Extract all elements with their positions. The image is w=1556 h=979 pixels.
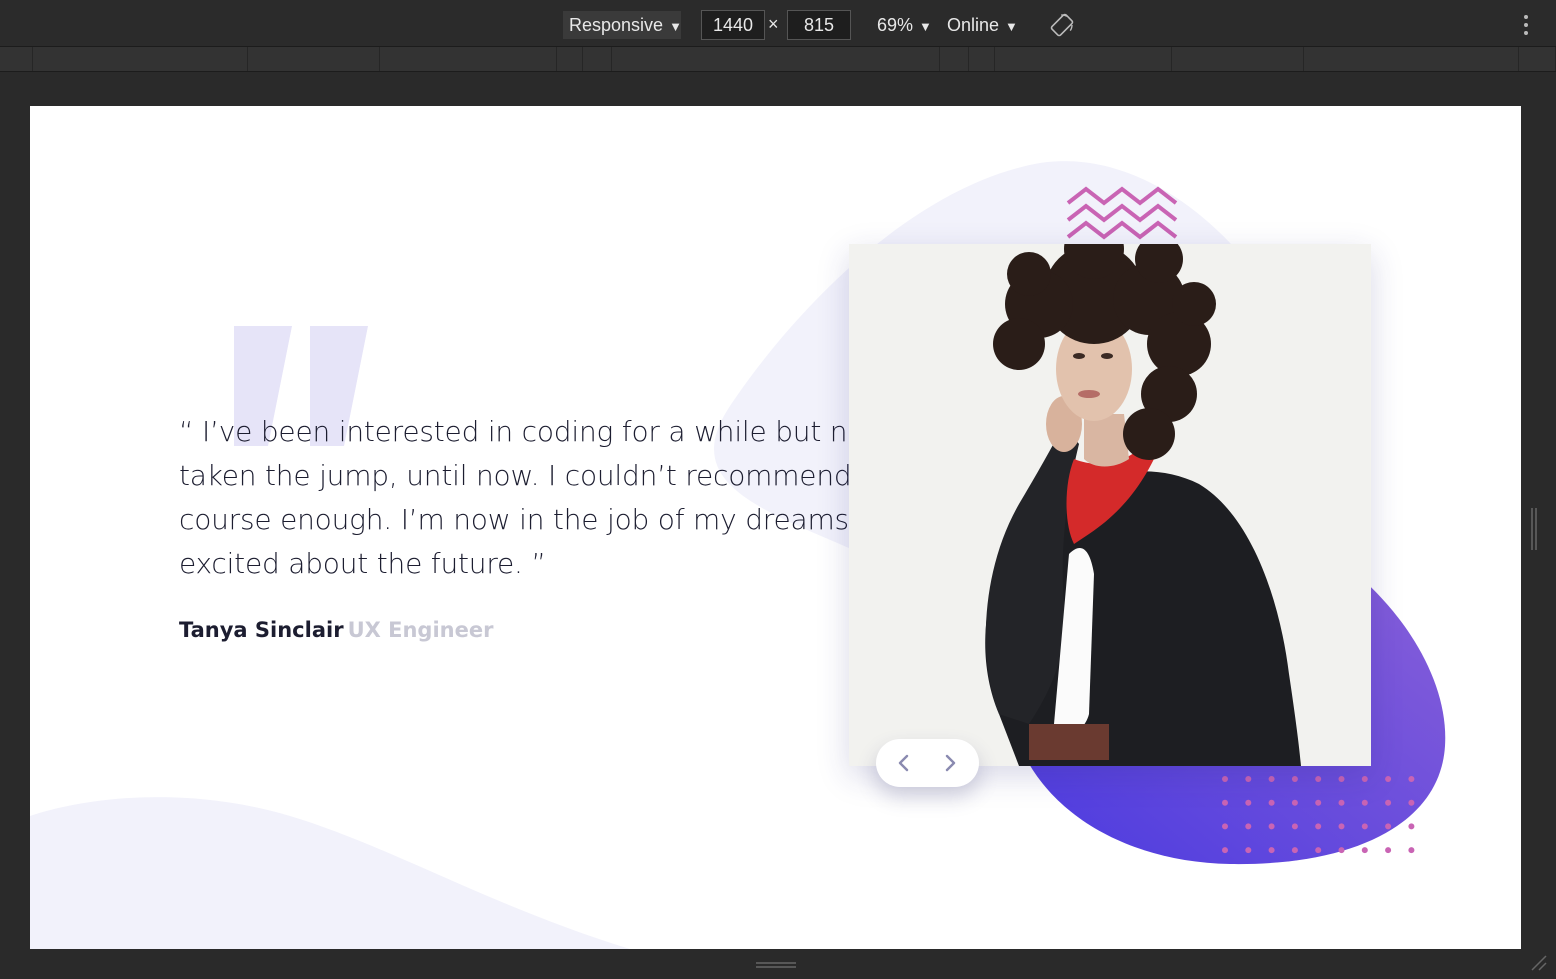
dot bbox=[1291, 823, 1298, 830]
media-query-segment[interactable] bbox=[0, 47, 33, 71]
device-select-label: Responsive bbox=[569, 15, 664, 35]
throttle-select-label: Online bbox=[947, 15, 1000, 35]
zoom-select[interactable]: 69% ▼ bbox=[871, 11, 938, 39]
media-query-bar bbox=[0, 47, 1556, 72]
dot bbox=[1268, 776, 1275, 782]
media-query-segment[interactable] bbox=[940, 47, 969, 71]
dot bbox=[1385, 776, 1392, 782]
media-query-segment[interactable] bbox=[612, 47, 940, 71]
media-query-segment[interactable] bbox=[969, 47, 995, 71]
bottom-wave-shape bbox=[30, 797, 630, 949]
media-query-segment[interactable] bbox=[1172, 47, 1304, 71]
resize-handle-right[interactable] bbox=[1530, 508, 1538, 550]
device-select[interactable]: Responsive ▼ bbox=[563, 11, 682, 39]
device-toolbar: Responsive ▼ 1440 × 815 69% ▼ Online ▼ bbox=[0, 0, 1556, 47]
dot bbox=[1291, 799, 1298, 806]
dot bbox=[1361, 799, 1368, 806]
author-name: Tanya Sinclair bbox=[179, 618, 344, 642]
dot bbox=[1361, 847, 1368, 854]
dot bbox=[1245, 847, 1252, 854]
dot bbox=[1222, 799, 1228, 806]
dot bbox=[1268, 847, 1275, 854]
testimonial-photo bbox=[849, 244, 1371, 766]
resize-handle-corner[interactable] bbox=[1528, 952, 1548, 972]
dot bbox=[1245, 776, 1252, 782]
media-query-segment[interactable] bbox=[1519, 47, 1556, 71]
dot bbox=[1268, 823, 1275, 830]
dot bbox=[1408, 799, 1415, 806]
caret-down-icon: ▼ bbox=[919, 19, 932, 34]
viewport-height-input[interactable]: 815 bbox=[787, 10, 851, 40]
dot bbox=[1338, 776, 1345, 782]
dot bbox=[1315, 799, 1322, 806]
dot bbox=[1315, 776, 1322, 782]
author-role: UX Engineer bbox=[347, 618, 494, 642]
media-query-segment[interactable] bbox=[557, 47, 583, 71]
viewport-width-input[interactable]: 1440 bbox=[701, 10, 765, 40]
dot bbox=[1315, 847, 1322, 854]
chevron-left-icon[interactable] bbox=[892, 751, 916, 775]
resize-handle-bottom[interactable] bbox=[756, 960, 796, 970]
dot bbox=[1245, 823, 1252, 830]
dot bbox=[1408, 847, 1415, 854]
portrait-image bbox=[849, 244, 1371, 766]
dot bbox=[1385, 847, 1392, 854]
dot bbox=[1385, 823, 1392, 830]
media-query-segment[interactable] bbox=[248, 47, 380, 71]
chevron-right-icon[interactable] bbox=[938, 751, 962, 775]
dot bbox=[1338, 847, 1345, 854]
dot bbox=[1361, 776, 1368, 782]
dot bbox=[1291, 847, 1298, 854]
dot bbox=[1361, 823, 1368, 830]
media-query-segment[interactable] bbox=[995, 47, 1172, 71]
throttle-select[interactable]: Online ▼ bbox=[941, 11, 1024, 39]
dot bbox=[1315, 823, 1322, 830]
dot bbox=[1291, 776, 1298, 782]
slider-controls bbox=[876, 739, 979, 787]
dot bbox=[1222, 776, 1228, 782]
dot bbox=[1268, 799, 1275, 806]
dot bbox=[1245, 799, 1252, 806]
media-query-segment[interactable] bbox=[380, 47, 557, 71]
dot bbox=[1408, 823, 1415, 830]
dot bbox=[1338, 799, 1345, 806]
dot bbox=[1222, 847, 1228, 854]
testimonial-author: Tanya Sinclair UX Engineer bbox=[179, 618, 493, 642]
media-query-segment[interactable] bbox=[33, 47, 248, 71]
dot bbox=[1222, 823, 1228, 830]
dot bbox=[1408, 776, 1415, 782]
zoom-select-label: 69% bbox=[877, 15, 914, 35]
page-viewport: “ I’ve been interested in coding for a w… bbox=[30, 106, 1521, 949]
dot bbox=[1338, 823, 1345, 830]
dot bbox=[1385, 799, 1392, 806]
rotate-icon[interactable] bbox=[1050, 13, 1074, 37]
caret-down-icon: ▼ bbox=[669, 19, 682, 34]
dimension-separator: × bbox=[768, 14, 779, 34]
media-query-segment[interactable] bbox=[1304, 47, 1519, 71]
media-query-segment[interactable] bbox=[583, 47, 612, 71]
caret-down-icon: ▼ bbox=[1005, 19, 1018, 34]
more-vertical-icon[interactable] bbox=[1520, 13, 1532, 37]
